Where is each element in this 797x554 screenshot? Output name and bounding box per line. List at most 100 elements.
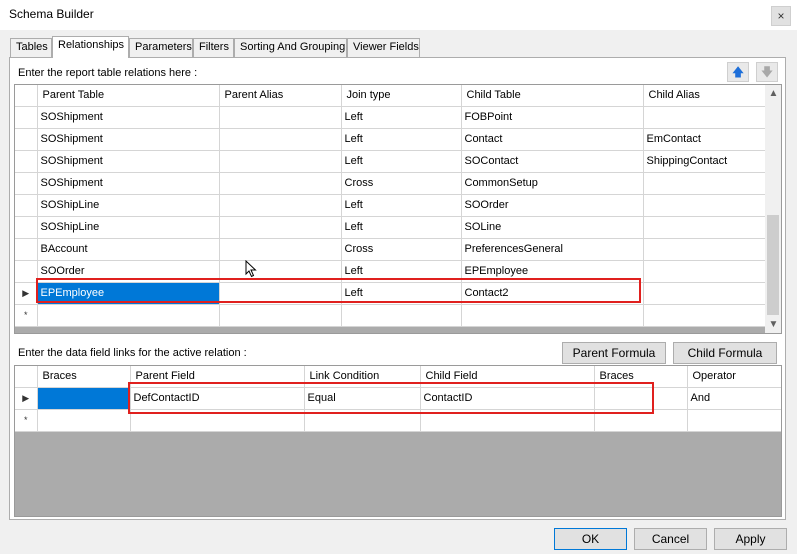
- row-header[interactable]: [15, 150, 38, 173]
- cell-braces-open[interactable]: [37, 387, 131, 410]
- row-header[interactable]: [15, 216, 38, 239]
- table-row[interactable]: SOShipment Left Contact EmContact: [15, 128, 766, 151]
- cell-parent-alias[interactable]: [219, 216, 342, 239]
- column-header-link-condition[interactable]: Link Condition: [304, 366, 421, 388]
- cell-parent-alias[interactable]: [219, 128, 342, 151]
- cell-child-alias[interactable]: [643, 238, 766, 261]
- cell-braces-close[interactable]: [594, 387, 688, 410]
- scroll-thumb[interactable]: [767, 215, 779, 315]
- cell-child-alias[interactable]: [643, 260, 766, 283]
- column-header-operator[interactable]: Operator: [687, 366, 781, 388]
- links-grid[interactable]: Braces Parent Field Link Condition Child…: [14, 365, 782, 517]
- column-header-child-table[interactable]: Child Table: [461, 85, 644, 107]
- tab-viewer-fields[interactable]: Viewer Fields: [347, 38, 420, 57]
- row-header[interactable]: [15, 106, 38, 129]
- cell-parent-alias[interactable]: [219, 172, 342, 195]
- row-header[interactable]: [15, 238, 38, 261]
- cell-join-type[interactable]: Left: [341, 106, 462, 129]
- cell-child-table[interactable]: Contact2: [461, 282, 644, 305]
- move-down-button[interactable]: 🡇: [756, 62, 778, 82]
- cell-parent-table[interactable]: [37, 304, 220, 327]
- cell-link-condition[interactable]: Equal: [304, 387, 421, 410]
- cell-parent-table[interactable]: SOShipment: [37, 128, 220, 151]
- table-row-current[interactable]: ▶ DefContactID Equal ContactID And: [15, 387, 781, 410]
- cell-join-type[interactable]: Left: [341, 282, 462, 305]
- cell-braces-close[interactable]: [594, 409, 688, 432]
- cell-parent-alias[interactable]: [219, 238, 342, 261]
- cell-parent-table[interactable]: SOShipment: [37, 172, 220, 195]
- table-row[interactable]: SOOrder Left EPEmployee: [15, 260, 766, 283]
- cell-child-table[interactable]: SOLine: [461, 216, 644, 239]
- table-row-new[interactable]: *: [15, 409, 781, 432]
- cell-child-table[interactable]: EPEmployee: [461, 260, 644, 283]
- cell-child-alias[interactable]: [643, 216, 766, 239]
- scroll-up-icon[interactable]: ▲: [765, 85, 782, 102]
- tab-filters[interactable]: Filters: [193, 38, 234, 57]
- cell-join-type[interactable]: Cross: [341, 238, 462, 261]
- cell-child-table[interactable]: Contact: [461, 128, 644, 151]
- scroll-down-icon[interactable]: ▼: [765, 316, 782, 333]
- cell-join-type[interactable]: Left: [341, 216, 462, 239]
- cell-join-type[interactable]: Left: [341, 194, 462, 217]
- table-row[interactable]: SOShipment Left SOContact ShippingContac…: [15, 150, 766, 173]
- cell-parent-alias[interactable]: [219, 150, 342, 173]
- ok-button[interactable]: OK: [554, 528, 627, 550]
- cell-join-type[interactable]: Left: [341, 150, 462, 173]
- current-row-marker-icon[interactable]: ▶: [15, 282, 38, 305]
- cell-child-table[interactable]: FOBPoint: [461, 106, 644, 129]
- cell-join-type[interactable]: Cross: [341, 172, 462, 195]
- column-header-parent-alias[interactable]: Parent Alias: [219, 85, 342, 107]
- tab-tables[interactable]: Tables: [10, 38, 52, 57]
- cell-parent-alias[interactable]: [219, 282, 342, 305]
- cell-parent-table[interactable]: BAccount: [37, 238, 220, 261]
- table-row[interactable]: SOShipLine Left SOLine: [15, 216, 766, 239]
- cell-parent-alias[interactable]: [219, 260, 342, 283]
- cell-child-alias[interactable]: EmContact: [643, 128, 766, 151]
- cell-child-field[interactable]: [420, 409, 595, 432]
- cell-child-table[interactable]: SOContact: [461, 150, 644, 173]
- cell-child-alias[interactable]: [643, 194, 766, 217]
- cell-operator[interactable]: And: [687, 387, 781, 410]
- tab-sorting-and-grouping[interactable]: Sorting And Grouping: [234, 38, 347, 57]
- column-header-braces-close[interactable]: Braces: [594, 366, 688, 388]
- tab-relationships[interactable]: Relationships: [52, 36, 129, 58]
- close-button[interactable]: ×: [771, 6, 791, 26]
- tab-parameters[interactable]: Parameters: [129, 38, 193, 57]
- column-header-parent-field[interactable]: Parent Field: [130, 366, 305, 388]
- parent-formula-button[interactable]: Parent Formula: [562, 342, 666, 364]
- cell-link-condition[interactable]: [304, 409, 421, 432]
- cell-operator[interactable]: [687, 409, 781, 432]
- move-up-button[interactable]: 🡅: [727, 62, 749, 82]
- cell-parent-table[interactable]: SOShipment: [37, 150, 220, 173]
- table-row[interactable]: SOShipLine Left SOOrder: [15, 194, 766, 217]
- cell-join-type[interactable]: Left: [341, 260, 462, 283]
- cell-child-table[interactable]: [461, 304, 644, 327]
- cell-braces-open[interactable]: [37, 409, 131, 432]
- cell-child-alias[interactable]: [643, 172, 766, 195]
- cell-parent-alias[interactable]: [219, 304, 342, 327]
- current-row-marker-icon[interactable]: ▶: [15, 387, 38, 410]
- table-row[interactable]: SOShipment Left FOBPoint: [15, 106, 766, 129]
- cell-join-type[interactable]: Left: [341, 128, 462, 151]
- cell-child-table[interactable]: CommonSetup: [461, 172, 644, 195]
- new-row-marker-icon[interactable]: *: [15, 304, 38, 327]
- cell-child-field[interactable]: ContactID: [420, 387, 595, 410]
- table-row[interactable]: SOShipment Cross CommonSetup: [15, 172, 766, 195]
- cell-join-type[interactable]: [341, 304, 462, 327]
- apply-button[interactable]: Apply: [714, 528, 787, 550]
- child-formula-button[interactable]: Child Formula: [673, 342, 777, 364]
- cell-parent-alias[interactable]: [219, 194, 342, 217]
- cell-child-alias[interactable]: ShippingContact: [643, 150, 766, 173]
- relations-grid[interactable]: Parent Table Parent Alias Join type Chil…: [14, 84, 782, 334]
- row-header[interactable]: [15, 194, 38, 217]
- column-header-braces-open[interactable]: Braces: [37, 366, 131, 388]
- cell-parent-alias[interactable]: [219, 106, 342, 129]
- cell-parent-table[interactable]: SOShipLine: [37, 194, 220, 217]
- column-header-join-type[interactable]: Join type: [341, 85, 462, 107]
- cell-parent-table[interactable]: SOShipment: [37, 106, 220, 129]
- column-header-child-field[interactable]: Child Field: [420, 366, 595, 388]
- cell-parent-field[interactable]: DefContactID: [130, 387, 305, 410]
- table-row-new[interactable]: *: [15, 304, 766, 327]
- row-header[interactable]: [15, 260, 38, 283]
- relations-scrollbar[interactable]: ▲ ▼: [765, 85, 781, 333]
